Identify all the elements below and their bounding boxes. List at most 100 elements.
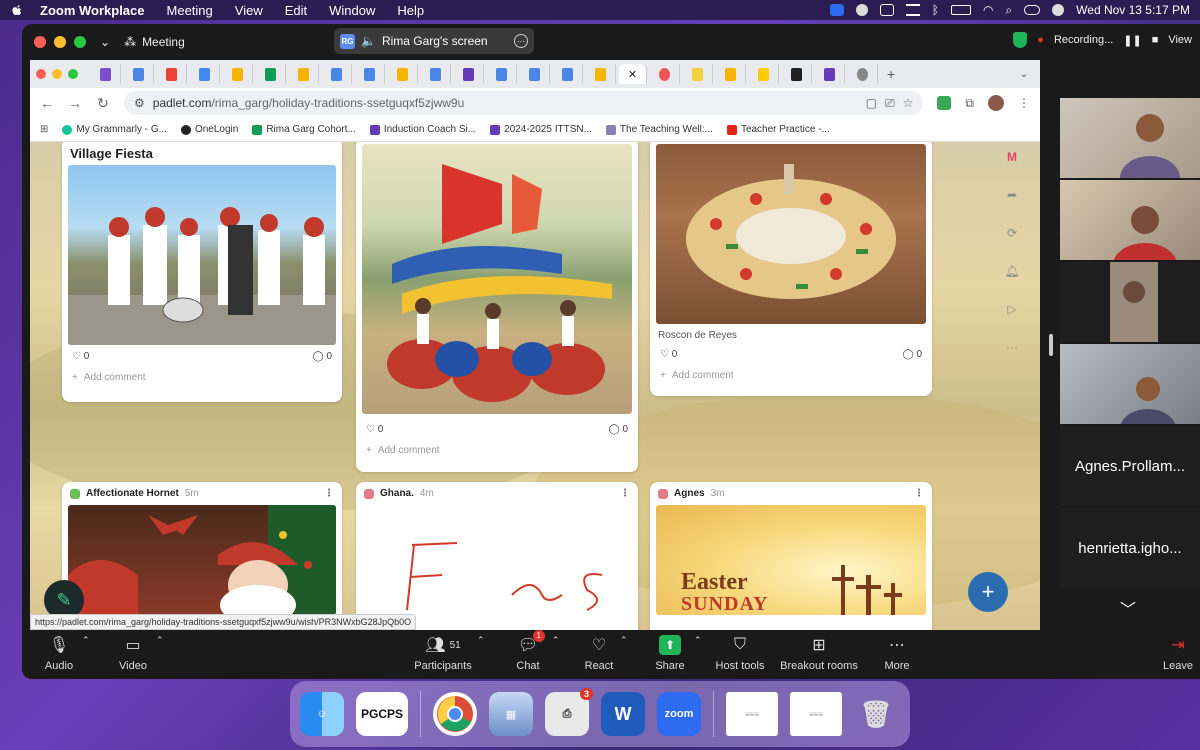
browser-menu-icon[interactable]: ⋮ [1018,96,1030,110]
like-button[interactable]: ♡ 0 [72,351,89,362]
browser-tab[interactable] [289,64,319,84]
save-page-icon[interactable]: ▢ [866,96,877,110]
gallery-down-chevron[interactable]: ﹀ [1120,596,1136,620]
minimize-window-button[interactable] [54,36,66,48]
more-dots-icon[interactable]: ··· [1004,340,1020,356]
menu-meeting[interactable]: Meeting [167,3,213,18]
participant-video[interactable] [1060,344,1200,424]
comment-button[interactable]: ◯ 0 [312,351,332,362]
browser-tab[interactable] [454,64,484,84]
siri-icon[interactable] [1052,4,1065,16]
participant-name-tile[interactable]: Agnes.Prollam... [1060,426,1200,506]
menu-edit[interactable]: Edit [285,3,307,18]
gallery-resize-handle[interactable] [1049,334,1053,356]
zoom-status-icon[interactable] [829,4,844,16]
pgcps-app-icon[interactable]: PGCPS [356,692,408,736]
cast-icon[interactable]: ⎚ [885,96,895,111]
bell-icon[interactable]: 🔔︎ [1004,264,1020,280]
browser-tab[interactable] [190,64,220,84]
spotlight-search-icon[interactable]: ⌕ [1005,3,1012,18]
chat-options-caret[interactable]: ⌃ [552,635,560,646]
extensions-puzzle-icon[interactable]: ⧉ [965,96,974,111]
new-tab-button[interactable]: + [887,66,895,82]
browser-tab[interactable] [586,64,616,84]
add-comment-field[interactable]: + Add comment [650,366,932,389]
extension-icon[interactable] [937,96,952,110]
bookmark-grammarly[interactable]: My Grammarly - G... [62,124,167,135]
printer-app-icon[interactable]: ⎙ 3 [545,688,593,736]
like-button[interactable]: ♡ 0 [366,424,383,435]
browser-tab[interactable] [782,64,812,84]
padlet-card[interactable]: ♡ 0 ◯ 0 + Add comment [356,142,638,472]
site-info-icon[interactable]: ⚙ [134,96,145,110]
browser-close-dot[interactable] [36,69,46,79]
browser-tab[interactable] [848,64,878,84]
user-status-icon[interactable] [855,4,868,16]
padlet-card[interactable]: Ghana. 4m ⋮ F s [356,482,638,630]
browser-tab[interactable] [815,64,845,84]
menu-view[interactable]: View [235,3,263,18]
share-arrow-icon[interactable]: ➦ [1004,188,1020,204]
easter-sunday-image[interactable]: Easter SUNDAY [656,505,926,615]
browser-tab[interactable] [223,64,253,84]
bluetooth-icon[interactable]: ᛒ [932,3,939,17]
menubar-clock[interactable]: Wed Nov 13 5:17 PM [1076,3,1190,17]
leave-button[interactable]: ⇥ Leave [1158,635,1198,672]
browser-tab[interactable] [520,64,550,84]
santa-image[interactable] [68,505,336,615]
padlet-logo-icon[interactable]: M [1004,150,1020,166]
menu-app-name[interactable]: Zoom Workplace [40,3,145,18]
handwriting-drawing[interactable]: F s [362,505,632,615]
finder-icon[interactable]: ☺ [300,692,344,736]
dancers-painting-image[interactable] [362,144,632,414]
more-button[interactable]: ⋯ More [862,635,932,672]
browser-max-dot[interactable] [68,69,78,79]
host-tools-button[interactable]: ⛉ Host tools [705,635,775,672]
stack-icon[interactable] [905,4,920,16]
padlet-card[interactable]: Village Fiesta ♡ 0 ◯ 0 + Add comment [62,142,342,402]
back-arrow-icon[interactable]: ← [40,95,54,111]
document-thumbnail[interactable]: ≡≡≡ [726,692,778,736]
add-comment-field[interactable]: + Add comment [356,441,638,464]
browser-tab[interactable] [157,64,187,84]
security-shield-icon[interactable] [1013,32,1028,48]
participant-video[interactable] [1060,98,1200,178]
participant-video[interactable] [1060,262,1200,342]
stop-recording-icon[interactable]: ■ [1152,34,1159,46]
add-post-button[interactable]: + [968,572,1008,612]
control-center-icon[interactable] [1024,5,1041,15]
browser-min-dot[interactable] [52,69,62,79]
bookmark-onelogin[interactable]: OneLogin [180,124,238,135]
card-menu-icon[interactable]: ⋮ [914,488,924,499]
padlet-card[interactable]: Roscon de Reyes ♡ 0 ◯ 0 + Add comment [650,142,932,396]
screen-share-pill[interactable]: RG 🔈 Rima Garg's screen ··· [334,28,534,54]
comment-button[interactable]: ◯ 0 [608,424,628,435]
participants-button[interactable]: 👥︎ 51 Participants [408,635,478,672]
browser-tab[interactable] [650,64,680,84]
bookmark-cohort[interactable]: Rima Garg Cohort... [252,124,356,135]
audio-options-caret[interactable]: ⌃ [82,635,90,646]
trash-icon[interactable]: 🗑︎ [854,692,898,736]
browser-tab[interactable] [749,64,779,84]
menu-help[interactable]: Help [397,3,424,18]
bookmark-induction[interactable]: Induction Coach Si... [369,124,476,135]
browser-tab[interactable] [716,64,746,84]
wifi-icon[interactable]: ◠ [983,3,993,17]
tab-list-button[interactable]: ⌄ [1020,69,1028,80]
browser-tab-active[interactable]: ✕ [619,64,647,84]
slideshow-play-icon[interactable]: ▷ [1004,302,1020,318]
browser-tab[interactable] [553,64,583,84]
participant-name-tile[interactable]: henrietta.igho... [1060,508,1200,588]
browser-tab[interactable] [322,64,352,84]
profile-avatar[interactable] [988,95,1004,111]
recording-label[interactable]: Recording... [1054,34,1113,46]
share-options-caret[interactable]: ⌃ [694,635,702,646]
bookmark-teacher-practice[interactable]: Teacher Practice -... [726,124,830,135]
bookmark-star-icon[interactable]: ☆ [903,96,914,110]
padlet-card[interactable]: Agnes 3m ⋮ Easter SUNDAY [650,482,932,630]
bookmark-ittsn[interactable]: 2024-2025 ITTSN... [490,124,592,135]
village-fiesta-image[interactable] [68,165,336,345]
view-button[interactable]: View [1168,34,1192,46]
zoom-icon[interactable]: zoom [657,692,701,736]
document-thumbnail[interactable]: ≡≡≡ [790,692,842,736]
